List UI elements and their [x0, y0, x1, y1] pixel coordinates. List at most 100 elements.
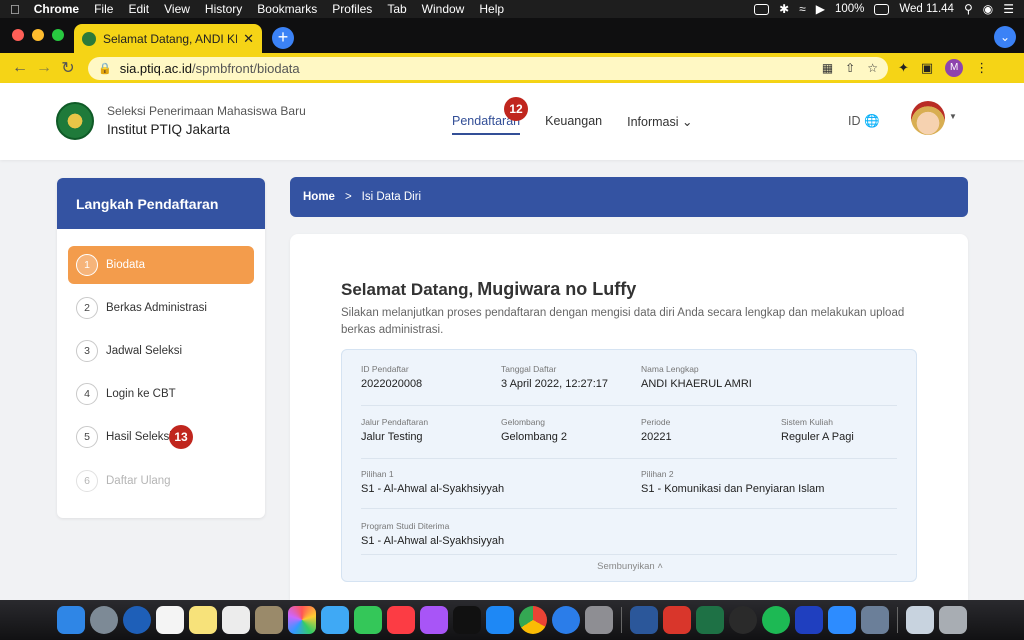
- camera-icon[interactable]: [754, 3, 770, 15]
- breadcrumb: Home > Isi Data Diri: [290, 177, 968, 217]
- address-bar[interactable]: 🔒 sia.ptiq.ac.id /spmbfront/biodata ▦ ⇧ …: [88, 56, 888, 80]
- safari-icon[interactable]: [552, 606, 580, 634]
- music-icon[interactable]: [387, 606, 415, 634]
- control-center-icon[interactable]: ☰: [1003, 2, 1014, 16]
- hide-details-toggle[interactable]: Sembunyikan ˄: [342, 561, 918, 572]
- siri-icon[interactable]: ◉: [983, 2, 993, 16]
- menu-bookmarks[interactable]: Bookmarks: [257, 2, 317, 16]
- tab-search-button[interactable]: ⌄: [994, 26, 1016, 48]
- menu-tab[interactable]: Tab: [387, 2, 406, 16]
- brand-subtitle: Seleksi Penerimaan Mahasiswa Baru: [107, 104, 306, 118]
- close-window-button[interactable]: [12, 29, 24, 41]
- menu-chrome[interactable]: Chrome: [34, 2, 79, 16]
- intro-text: Silakan melanjutkan proses pendaftaran d…: [341, 307, 905, 336]
- menu-file[interactable]: File: [94, 2, 113, 16]
- step-number: 6: [76, 470, 98, 492]
- sidebar-item-login-cbt[interactable]: 4 Login ke CBT: [68, 375, 254, 413]
- trash-icon[interactable]: [939, 606, 967, 634]
- sidebar-item-hasil-seleksi[interactable]: 5 Hasil Seleksi: [68, 418, 254, 456]
- field-value: Gelombang 2: [501, 431, 568, 443]
- photos-icon[interactable]: [288, 606, 316, 634]
- spotify-icon[interactable]: [762, 606, 790, 634]
- system-preferences-icon[interactable]: [585, 606, 613, 634]
- zoom-icon[interactable]: [828, 606, 856, 634]
- forward-arrow-icon[interactable]: →: [32, 59, 56, 77]
- avatar-caret-icon[interactable]: ▼: [949, 112, 957, 121]
- downloads-folder-icon[interactable]: [906, 606, 934, 634]
- finder-icon[interactable]: [57, 606, 85, 634]
- field-label: ID Pendaftar: [361, 364, 409, 374]
- bluetooth-icon[interactable]: ✱: [779, 2, 789, 16]
- field-label: Pilihan 1: [361, 469, 394, 479]
- apple-icon[interactable]: : [10, 2, 20, 17]
- calendar-icon[interactable]: [156, 606, 184, 634]
- user-avatar[interactable]: [911, 101, 945, 135]
- keynote-icon[interactable]: [255, 606, 283, 634]
- spotlight-icon[interactable]: ⚲: [964, 2, 973, 16]
- nav-informasi-label: Informasi: [627, 115, 679, 129]
- side-panel-icon[interactable]: ▣: [921, 60, 933, 76]
- site-favicon: [82, 31, 96, 46]
- chrome-icon[interactable]: [519, 606, 547, 634]
- language-code: ID: [848, 114, 861, 128]
- field-label: Periode: [641, 417, 671, 427]
- apple-tv-icon[interactable]: [453, 606, 481, 634]
- browser-tab-active[interactable]: Selamat Datang, ANDI KHAERUL AMRI ✕: [74, 24, 262, 53]
- breadcrumb-home[interactable]: Home: [303, 191, 335, 203]
- vpn-icon[interactable]: [729, 606, 757, 634]
- word-icon[interactable]: [630, 606, 658, 634]
- reminders-icon[interactable]: [222, 606, 250, 634]
- translate-icon[interactable]: ▦: [822, 61, 833, 75]
- nav-informasi[interactable]: Informasi ⌄: [627, 114, 692, 129]
- lock-icon[interactable]: 🔒: [98, 62, 112, 75]
- new-tab-button[interactable]: +: [272, 27, 294, 49]
- step-number: 1: [76, 254, 98, 276]
- menu-window[interactable]: Window: [422, 2, 465, 16]
- app-store-icon[interactable]: [486, 606, 514, 634]
- close-tab-icon[interactable]: ✕: [243, 31, 254, 47]
- menu-view[interactable]: View: [164, 2, 190, 16]
- brand-title: Institut PTIQ Jakarta: [107, 122, 231, 137]
- notes-icon[interactable]: [189, 606, 217, 634]
- launchpad-icon[interactable]: [90, 606, 118, 634]
- sidebar-item-jadwal-seleksi[interactable]: 3 Jadwal Seleksi: [68, 332, 254, 370]
- volume-icon[interactable]: ▶: [816, 2, 825, 16]
- step-number: 3: [76, 340, 98, 362]
- nav-keuangan[interactable]: Keuangan: [545, 114, 602, 129]
- acrobat-icon[interactable]: [663, 606, 691, 634]
- menu-profiles[interactable]: Profiles: [332, 2, 372, 16]
- menu-history[interactable]: History: [205, 2, 242, 16]
- facetime-icon[interactable]: [354, 606, 382, 634]
- omnibox-actions: ▦ ⇧ ☆: [822, 61, 878, 75]
- field-periode: Periode 20221: [641, 417, 672, 443]
- clock[interactable]: Wed 11.44: [899, 3, 954, 15]
- podcasts-icon[interactable]: [420, 606, 448, 634]
- sidebar-item-berkas-administrasi[interactable]: 2 Berkas Administrasi: [68, 289, 254, 327]
- share-icon[interactable]: ⇧: [845, 61, 855, 75]
- extensions-puzzle-icon[interactable]: ✦: [898, 60, 909, 76]
- zoom-window-button[interactable]: [52, 29, 64, 41]
- minimize-window-button[interactable]: [32, 29, 44, 41]
- excel-icon[interactable]: [696, 606, 724, 634]
- url-path: /spmbfront/biodata: [191, 60, 300, 76]
- field-label: Program Studi Diterima: [361, 521, 450, 531]
- safari-alt-icon[interactable]: [123, 606, 151, 634]
- back-arrow-icon[interactable]: ←: [8, 59, 32, 77]
- sidebar-item-biodata[interactable]: 1 Biodata: [68, 246, 254, 284]
- profile-avatar[interactable]: M: [945, 59, 964, 77]
- battery-icon[interactable]: [874, 3, 890, 15]
- reload-icon[interactable]: ↻: [56, 58, 80, 78]
- menu-edit[interactable]: Edit: [128, 2, 149, 16]
- wifi-icon[interactable]: ≈: [799, 2, 806, 16]
- language-switcher[interactable]: ID 🌐: [848, 114, 880, 129]
- menu-help[interactable]: Help: [479, 2, 504, 16]
- institute-logo[interactable]: [56, 102, 94, 140]
- vscode-icon[interactable]: [795, 606, 823, 634]
- step-label: Jadwal Seleksi: [106, 345, 183, 357]
- bookmark-star-icon[interactable]: ☆: [867, 61, 878, 75]
- messages-icon[interactable]: [321, 606, 349, 634]
- preview-icon[interactable]: [861, 606, 889, 634]
- brand: Seleksi Penerimaan Mahasiswa Baru Instit…: [107, 104, 306, 137]
- chrome-menu-icon[interactable]: ⋮: [975, 60, 988, 76]
- step-number: 5: [76, 426, 98, 448]
